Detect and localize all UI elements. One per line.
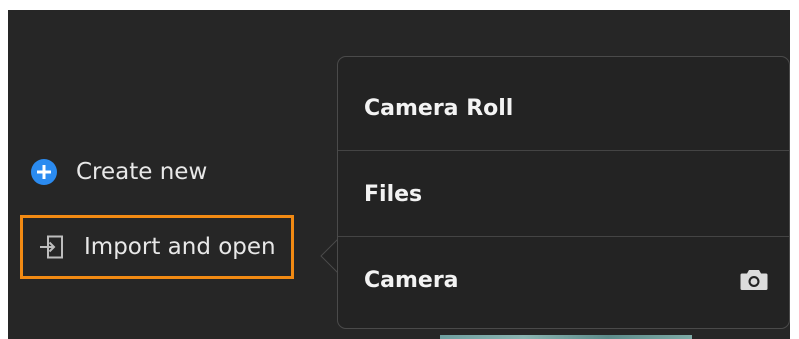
app-window: Create new Import and open Camera Roll F… [8, 10, 790, 339]
camera-icon [740, 269, 768, 291]
create-new-label: Create new [76, 159, 208, 185]
import-and-open-button[interactable]: Import and open [20, 215, 294, 279]
import-icon [39, 234, 65, 260]
menu-item-label: Files [364, 181, 423, 207]
import-and-open-label: Import and open [84, 234, 276, 260]
document-thumbnail [440, 335, 692, 339]
menu-item-label: Camera Roll [364, 95, 514, 121]
import-menu-popover: Camera Roll Files Camera [337, 56, 790, 329]
menu-item-label: Camera [364, 267, 459, 293]
menu-item-camera[interactable]: Camera [338, 237, 789, 323]
menu-item-files[interactable]: Files [338, 151, 789, 237]
plus-circle-icon [31, 159, 57, 185]
create-new-button[interactable]: Create new [31, 154, 207, 190]
menu-item-camera-roll[interactable]: Camera Roll [338, 65, 789, 151]
